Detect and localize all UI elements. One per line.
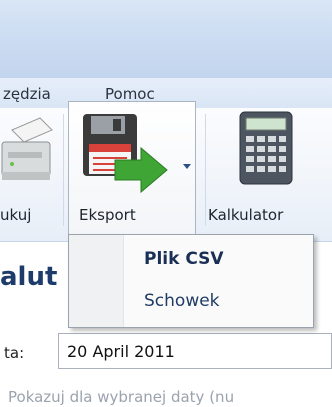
page-title: alut [0,262,58,292]
ribbon-separator [63,114,64,226]
export-label: Eksport [79,206,136,224]
calculator-button[interactable]: Kalkulator [206,110,332,234]
menu-item-narzedzia[interactable]: zędzia [3,85,51,103]
menu-item-csv-file[interactable]: Plik CSV [144,249,224,269]
date-field[interactable]: 20 April 2011 [58,333,332,369]
window-titlebar [0,0,332,78]
menu-icon-gutter [69,235,124,327]
chevron-down-icon[interactable] [183,164,191,169]
date-label: ta: [4,344,25,362]
printer-icon [1,117,53,180]
floppy-export-icon [83,114,168,194]
export-button[interactable]: Eksport [68,101,196,234]
calculator-icon [239,111,293,185]
export-dropdown-menu: Plik CSV Schowek [68,234,314,328]
menu-item-clipboard[interactable]: Schowek [144,291,220,311]
calculator-label: Kalkulator [208,206,284,224]
print-button[interactable]: ukuj [0,112,62,232]
date-field-value: 20 April 2011 [67,342,175,361]
show-for-date-option[interactable]: Pokazuj dla wybranej daty (nu [8,388,234,406]
print-label: ukuj [0,206,32,224]
